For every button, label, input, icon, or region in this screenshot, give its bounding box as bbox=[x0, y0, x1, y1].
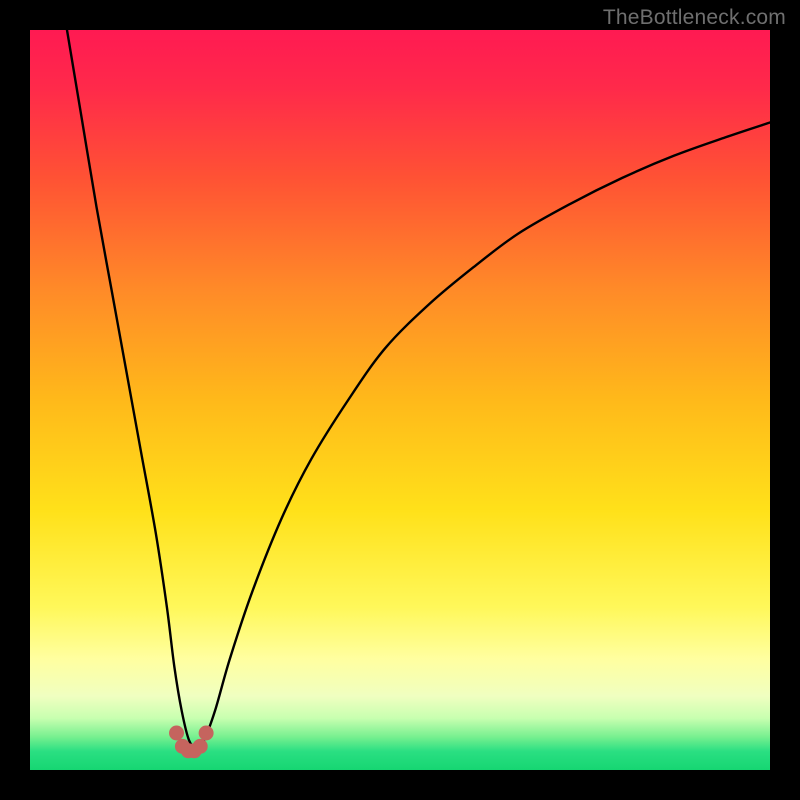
watermark-text: TheBottleneck.com bbox=[603, 6, 786, 30]
optimal-marker bbox=[170, 726, 184, 740]
optimal-marker bbox=[193, 739, 207, 753]
gradient-background bbox=[30, 30, 770, 770]
optimal-marker bbox=[199, 726, 213, 740]
chart-frame bbox=[30, 30, 770, 770]
bottleneck-plot bbox=[30, 30, 770, 770]
